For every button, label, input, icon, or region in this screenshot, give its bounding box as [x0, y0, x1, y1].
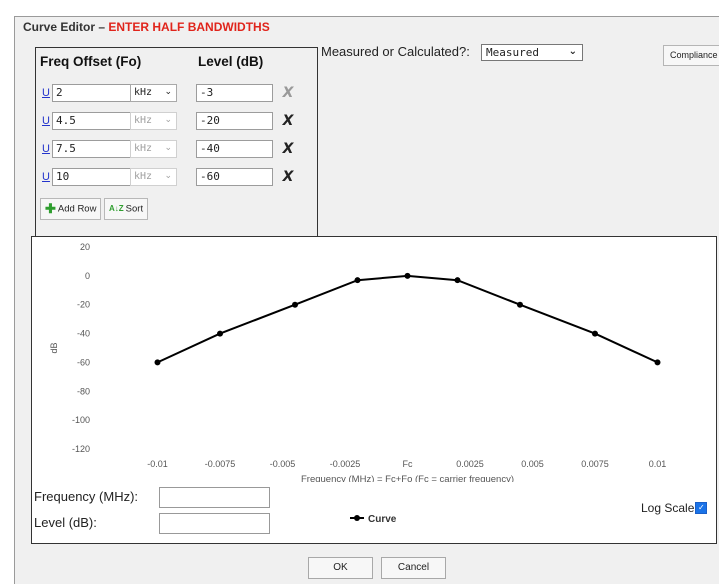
series-line — [157, 274, 658, 364]
y-tick-label: 20 — [80, 242, 90, 252]
level-input[interactable]: -60 — [196, 168, 273, 186]
x-tick-label: -0.005 — [270, 459, 296, 469]
chart-legend: Curve — [350, 514, 397, 525]
level-input[interactable]: -3 — [196, 84, 273, 102]
level-input[interactable]: -40 — [196, 140, 273, 158]
log-scale-toggle[interactable]: Log Scale ✓ — [641, 501, 708, 515]
unit-select[interactable]: kHz ⌄ — [130, 84, 177, 102]
sort-button[interactable]: A↓Z Sort — [104, 198, 149, 220]
measured-select-value: Measured — [486, 46, 539, 59]
data-point — [154, 359, 161, 366]
freq-offset-input[interactable]: 10 — [52, 168, 131, 186]
y-tick-label: 0 — [85, 271, 90, 281]
x-tick-label: 0.005 — [521, 459, 544, 469]
unit-select-value: kHz — [134, 171, 153, 182]
x-axis-label: Frequency (MHz) = Fc+Fo (Fc = carrier fr… — [301, 474, 514, 482]
y-tick-label: -120 — [72, 444, 90, 454]
row-u-link[interactable]: U — [42, 171, 50, 183]
freq-offset-header: Freq Offset (Fo) — [40, 54, 142, 69]
chevron-down-icon: ⌄ — [164, 115, 172, 125]
frequency-input[interactable] — [159, 487, 270, 508]
unit-select-value: kHz — [134, 87, 153, 98]
row-u-link[interactable]: U — [42, 115, 50, 127]
curve-chart[interactable]: 20 0 -20 -40 -60 -80 -100 -120 -0.01 -0.0075 -0.00… — [32, 237, 716, 482]
legend-label: Curve — [368, 514, 397, 525]
x-tick-label: -0.0075 — [205, 459, 236, 469]
x-tick-label: Fc — [403, 459, 413, 469]
log-scale-label: Log Scale — [641, 501, 695, 515]
y-tick-label: -40 — [77, 329, 90, 339]
dialog-title-text: Curve Editor – — [23, 20, 106, 34]
delete-row-icon[interactable]: X — [279, 84, 297, 102]
data-point — [354, 277, 361, 284]
delete-row-icon[interactable]: X — [279, 112, 297, 130]
frequency-label: Frequency (MHz): — [34, 489, 139, 504]
checkbox-checked-icon[interactable]: ✓ — [695, 501, 708, 514]
delete-row-icon[interactable]: X — [279, 168, 297, 186]
level-header: Level (dB) — [198, 54, 264, 69]
legend-marker — [354, 515, 360, 521]
unit-select[interactable]: kHz ⌄ — [130, 112, 177, 130]
dialog-title-warning: ENTER HALF BANDWIDTHS — [108, 20, 270, 34]
y-axis-label: dB — [49, 342, 59, 353]
compliance-button[interactable]: Compliance — [663, 45, 719, 66]
x-tick-label: -0.01 — [147, 459, 168, 469]
level-input-field[interactable] — [159, 513, 270, 534]
data-point — [292, 301, 298, 308]
unit-select[interactable]: kHz ⌄ — [130, 140, 177, 158]
curve-editor-dialog: Curve Editor – ENTER HALF BANDWIDTHS Fre… — [14, 16, 719, 584]
frequency-offset-table: Freq Offset (Fo) Level (dB) U 2 kHz ⌄ -3 … — [35, 47, 318, 253]
az-sort-icon: A↓Z — [109, 204, 124, 213]
y-tick-label: -80 — [77, 386, 90, 396]
x-tick-label: 0.0075 — [581, 459, 609, 469]
sort-label: Sort — [125, 203, 144, 215]
freq-offset-input[interactable]: 7.5 — [52, 140, 131, 158]
plus-icon: ✚ — [45, 201, 56, 216]
add-row-button[interactable]: ✚ Add Row — [40, 198, 102, 220]
chevron-down-icon: ⌄ — [164, 143, 172, 153]
level-input[interactable]: -20 — [196, 112, 273, 130]
data-point — [217, 330, 223, 337]
freq-offset-input[interactable]: 4.5 — [52, 112, 131, 130]
level-label: Level (dB): — [34, 515, 97, 530]
y-tick-label: -100 — [72, 415, 90, 425]
x-tick-label: -0.0025 — [330, 459, 361, 469]
cancel-button[interactable]: Cancel — [381, 557, 446, 579]
graph-panel: 20 0 -20 -40 -60 -80 -100 -120 -0.01 -0.0075 -0.00… — [31, 236, 717, 544]
row-u-link[interactable]: U — [42, 143, 50, 155]
data-point — [404, 272, 411, 279]
freq-offset-input[interactable]: 2 — [52, 84, 131, 102]
data-point — [517, 301, 523, 308]
chevron-down-icon: ⌄ — [568, 46, 577, 57]
x-tick-label: 0.01 — [649, 459, 667, 469]
unit-select[interactable]: kHz ⌄ — [130, 168, 177, 186]
data-point — [454, 277, 461, 284]
y-tick-label: -60 — [77, 357, 90, 367]
chevron-down-icon: ⌄ — [164, 87, 172, 97]
measured-or-calculated-select[interactable]: Measured ⌄ — [481, 44, 583, 61]
delete-row-icon[interactable]: X — [279, 140, 297, 158]
unit-select-value: kHz — [134, 115, 153, 126]
measured-or-calculated-label: Measured or Calculated?: — [321, 44, 470, 59]
y-tick-label: -20 — [77, 300, 90, 310]
chevron-down-icon: ⌄ — [164, 171, 172, 181]
data-point — [654, 359, 661, 366]
x-tick-label: 0.0025 — [456, 459, 484, 469]
unit-select-value: kHz — [134, 143, 153, 154]
dialog-title: Curve Editor – ENTER HALF BANDWIDTHS — [23, 20, 270, 34]
add-row-label: Add Row — [57, 203, 97, 215]
row-u-link[interactable]: U — [42, 87, 50, 99]
ok-button[interactable]: OK — [308, 557, 373, 579]
data-point — [592, 330, 598, 337]
